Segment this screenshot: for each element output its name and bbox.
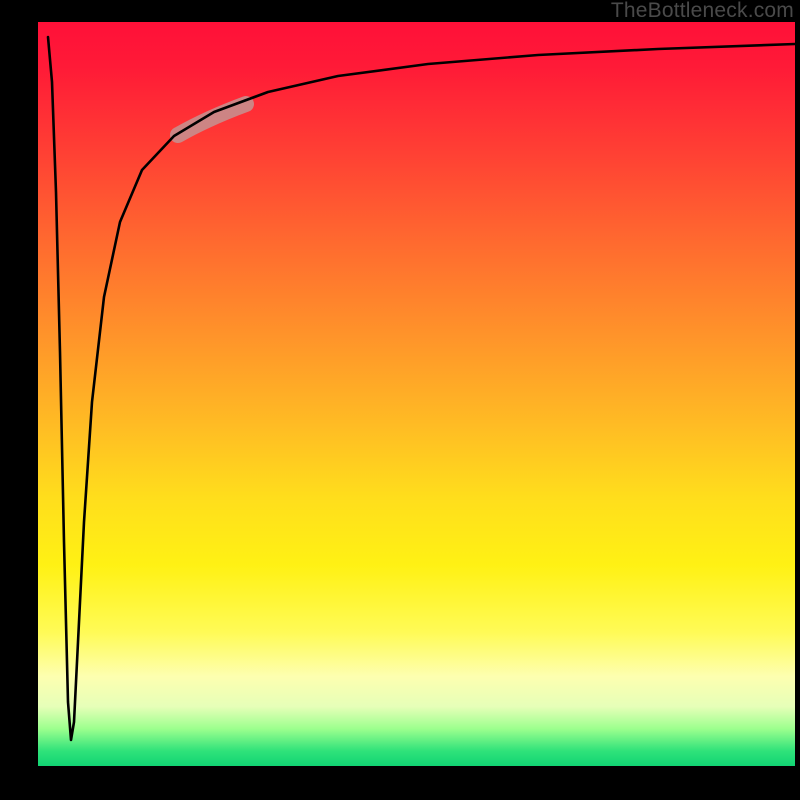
bottleneck-curve	[48, 37, 795, 740]
watermark-text: TheBottleneck.com	[611, 0, 794, 22]
chart-frame: TheBottleneck.com	[0, 0, 800, 800]
plot-area	[38, 22, 795, 766]
highlight-segment	[178, 104, 246, 135]
curve-layer	[38, 22, 795, 766]
